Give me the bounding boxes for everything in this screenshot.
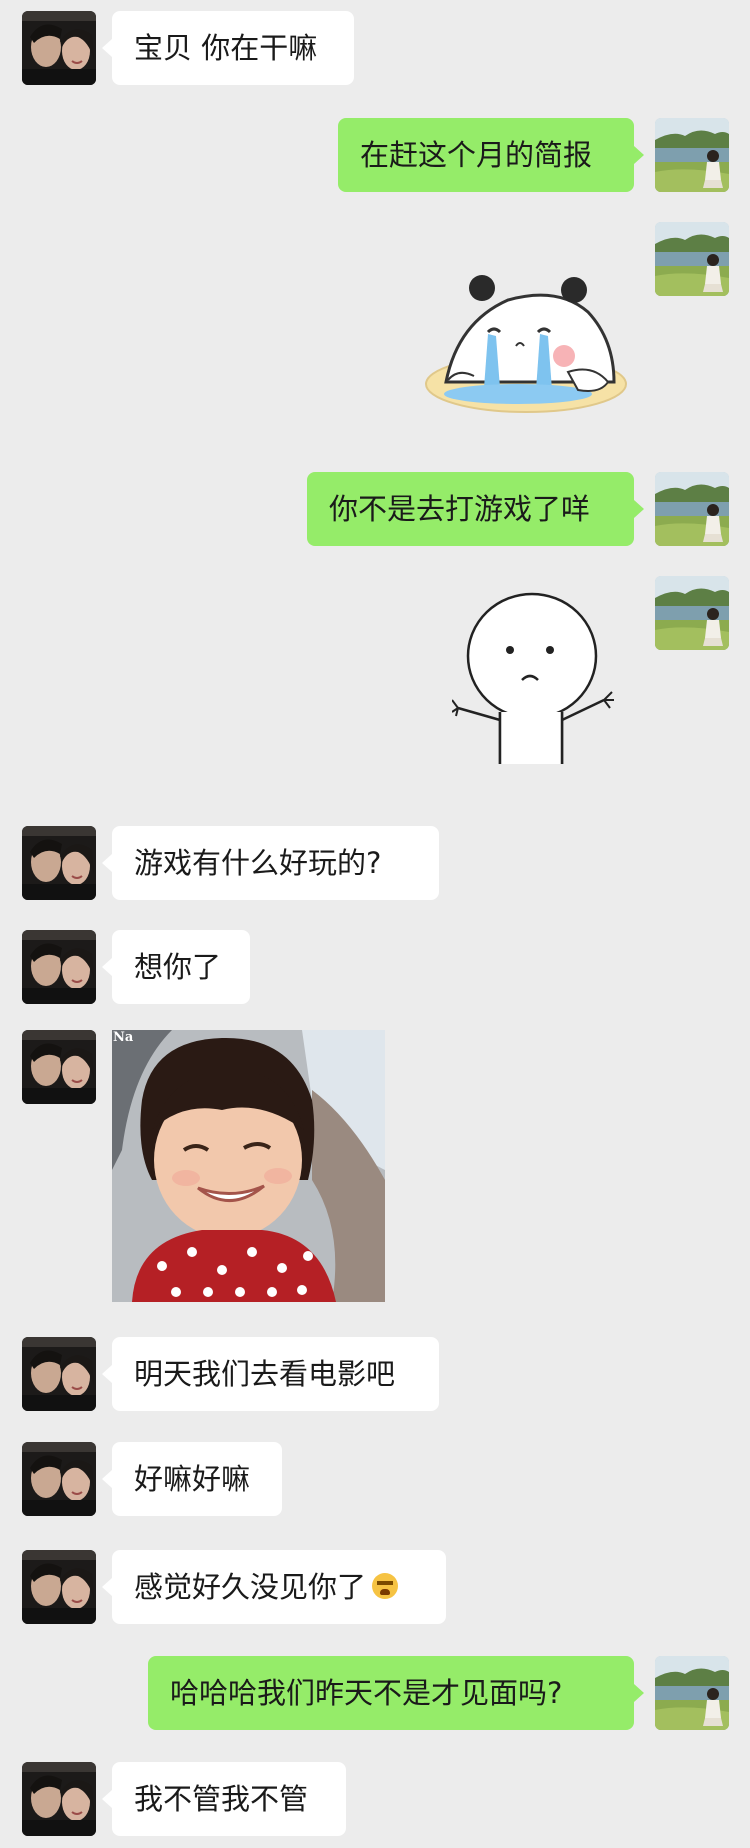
message-bubble-sent[interactable]: 你不是去打游戏了咩: [307, 472, 644, 546]
my-avatar[interactable]: [655, 576, 729, 650]
photo-message[interactable]: Na: [112, 1030, 385, 1302]
contact-avatar[interactable]: [22, 11, 96, 85]
message-bubble-received[interactable]: 我不管我不管: [102, 1762, 346, 1836]
my-avatar[interactable]: [655, 222, 729, 296]
contact-avatar[interactable]: [22, 1030, 96, 1104]
message-text: 我不管我不管: [134, 1782, 309, 1816]
my-avatar[interactable]: [655, 1656, 729, 1730]
message-text: 感觉好久没见你了: [134, 1570, 367, 1604]
crying-panda-sticker[interactable]: [418, 272, 630, 422]
message-bubble-received[interactable]: 游戏有什么好玩的?: [102, 826, 439, 900]
contact-avatar[interactable]: [22, 1442, 96, 1516]
message-text: 想你了: [134, 950, 222, 984]
contact-avatar[interactable]: [22, 826, 96, 900]
image-watermark: Na: [113, 1030, 134, 1045]
message-bubble-sent[interactable]: 哈哈哈我们昨天不是才见面吗?: [148, 1656, 644, 1730]
message-text: 在赶这个月的简报: [360, 138, 593, 172]
message-bubble-received[interactable]: 宝贝 你在干嘛: [102, 11, 354, 85]
persevering-face-emoji: [372, 1573, 399, 1599]
shrugging-stickman-sticker[interactable]: [452, 592, 618, 764]
message-bubble-received[interactable]: 好嘛好嘛: [102, 1442, 282, 1516]
message-text: 明天我们去看电影吧: [134, 1357, 396, 1391]
message-text: 游戏有什么好玩的?: [134, 846, 382, 880]
contact-avatar[interactable]: [22, 1550, 96, 1624]
message-text: 好嘛好嘛: [134, 1462, 251, 1496]
message-text: 你不是去打游戏了咩: [329, 492, 591, 526]
contact-avatar[interactable]: [22, 1762, 96, 1836]
message-bubble-sent[interactable]: 在赶这个月的简报: [338, 118, 644, 192]
message-text: 哈哈哈我们昨天不是才见面吗?: [170, 1676, 563, 1710]
my-avatar[interactable]: [655, 118, 729, 192]
contact-avatar[interactable]: [22, 1337, 96, 1411]
my-avatar[interactable]: [655, 472, 729, 546]
message-bubble-received[interactable]: 感觉好久没见你了: [102, 1550, 446, 1624]
message-bubble-received[interactable]: 想你了: [102, 930, 250, 1004]
message-text: 宝贝 你在干嘛: [134, 31, 318, 65]
message-bubble-received[interactable]: 明天我们去看电影吧: [102, 1337, 439, 1411]
contact-avatar[interactable]: [22, 930, 96, 1004]
